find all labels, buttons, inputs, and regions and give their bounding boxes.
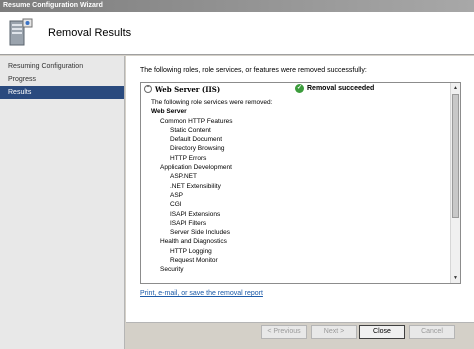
cancel-button[interactable]: Cancel [409,325,455,339]
role-service-line: The following role services were removed… [151,99,273,106]
results-panel: ⌃ Web Server (IIS) ✓ Removal succeeded T… [140,82,461,284]
role-header: ⌃ Web Server (IIS) ✓ Removal succeeded [141,83,451,96]
role-service-line: ASP.NET [170,173,197,181]
role-name: Web Server (IIS) [155,85,221,94]
previous-button[interactable]: < Previous [261,325,307,339]
wizard-footer: < Previous Next > Close Cancel [126,322,474,349]
status-text: Removal succeeded [307,85,375,92]
role-service-line: ASP [170,191,184,199]
results-scrollbar[interactable]: ▲ ▼ [450,83,460,283]
page-title: Removal Results [48,27,132,39]
scroll-thumb[interactable] [452,94,459,218]
role-service-line: Web Server [151,108,187,116]
scroll-up-arrow-icon[interactable]: ▲ [451,83,460,93]
print-report-link[interactable]: Print, e-mail, or save the removal repor… [140,290,263,297]
role-service-line: Default Document [170,136,223,144]
server-wizard-icon [9,18,33,46]
role-service-line: Directory Browsing [170,145,225,153]
role-service-line: Static Content [170,126,211,134]
role-service-line: Common HTTP Features [160,117,233,125]
window-titlebar: Resume Configuration Wizard [0,0,474,12]
role-service-line: ISAPI Filters [170,219,207,227]
role-service-line: Application Development [160,164,232,172]
role-service-line: HTTP Errors [170,154,207,162]
role-service-line: CGI [170,201,182,209]
next-button[interactable]: Next > [311,325,357,339]
role-service-line: Server Side Includes [170,229,230,237]
sidebar-item-progress[interactable]: Progress [0,73,124,86]
role-service-line: Health and Diagnostics [160,238,227,246]
wizard-header: Removal Results [0,12,474,55]
role-service-line: ISAPI Extensions [170,210,221,218]
role-service-line: .NET Extensibility [170,182,221,190]
role-service-line: HTTP Logging [170,247,212,255]
role-service-line: Security [160,266,184,274]
sidebar-item-results[interactable]: Results [0,86,124,99]
role-service-line: Request Monitor [170,257,218,265]
close-button[interactable]: Close [359,325,405,339]
collapse-chevron-icon[interactable]: ⌃ [144,85,152,93]
window-title: Resume Configuration Wizard [3,2,103,9]
sidebar-item-resuming-configuration[interactable]: Resuming Configuration [0,60,124,73]
intro-text: The following roles, role services, or f… [140,67,367,74]
checkmark-icon: ✓ [295,84,304,93]
wizard-sidebar: Resuming Configuration Progress Results [0,56,125,349]
role-services-list: The following role services were removed… [151,98,451,275]
scroll-down-arrow-icon[interactable]: ▼ [451,273,460,283]
